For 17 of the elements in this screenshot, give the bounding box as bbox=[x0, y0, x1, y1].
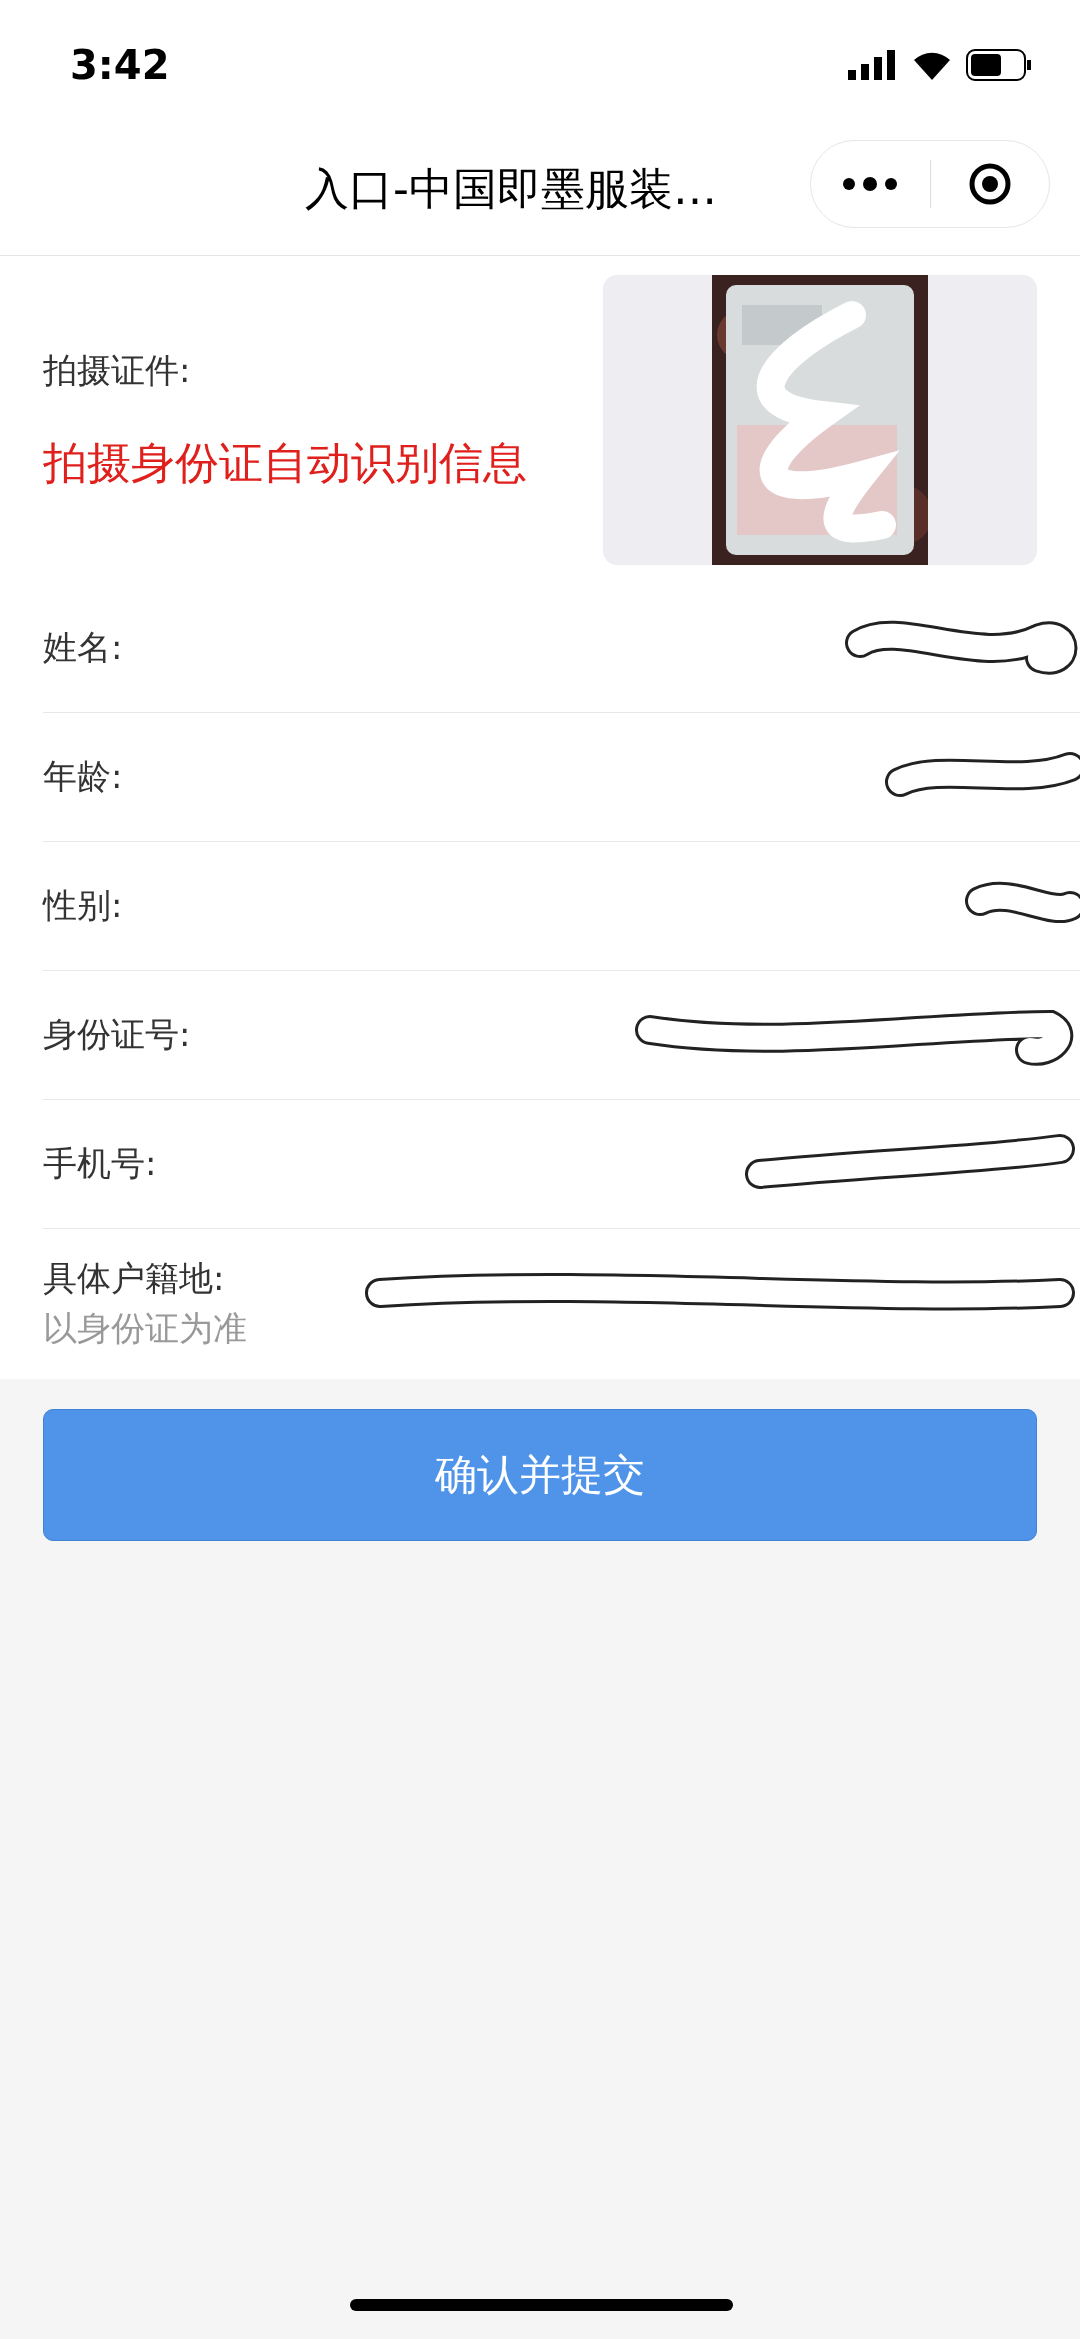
more-icon[interactable] bbox=[842, 177, 899, 191]
page-title: 入口-中国即墨服装… bbox=[305, 162, 717, 216]
field-label: 性别: bbox=[43, 884, 123, 927]
field-label: 身份证号: bbox=[43, 1013, 191, 1056]
field-label: 姓名: bbox=[43, 626, 123, 669]
field-note: 以身份证为准 bbox=[43, 1307, 247, 1350]
battery-icon bbox=[966, 49, 1032, 81]
field-label: 年龄: bbox=[43, 755, 123, 798]
status-time: 3:42 bbox=[70, 42, 170, 88]
signal-icon bbox=[848, 50, 898, 80]
photo-hint: 拍摄身份证自动识别信息 bbox=[43, 435, 527, 490]
field-label: 手机号: bbox=[43, 1142, 157, 1185]
wifi-icon bbox=[912, 50, 952, 80]
field-label: 具体户籍地: bbox=[43, 1257, 226, 1300]
close-target-icon[interactable] bbox=[967, 162, 1012, 206]
submit-button[interactable]: 确认并提交 bbox=[43, 1409, 1037, 1541]
photo-label: 拍摄证件: bbox=[43, 348, 192, 392]
